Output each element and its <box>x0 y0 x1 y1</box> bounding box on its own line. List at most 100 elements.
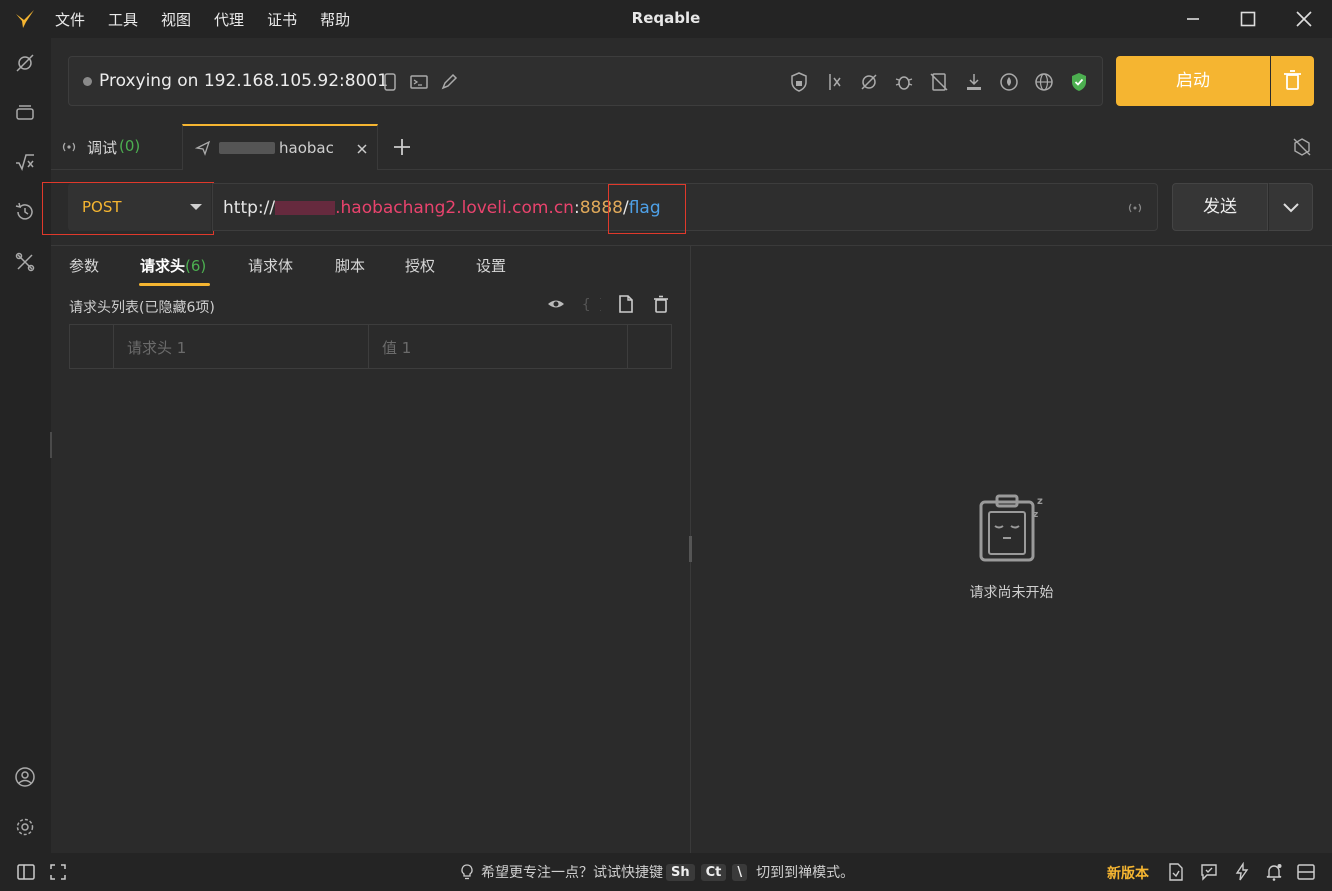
close-window-button[interactable] <box>1293 8 1315 30</box>
header-row-checkbox[interactable] <box>70 325 114 368</box>
history-icon[interactable] <box>13 200 37 224</box>
export-file-icon[interactable] <box>1166 862 1186 882</box>
divider <box>51 245 1332 246</box>
start-proxy-button[interactable]: 启动 <box>1116 56 1270 106</box>
new-version-link[interactable]: 新版本 <box>1107 863 1149 883</box>
eye-icon[interactable] <box>546 294 566 314</box>
header-name-field[interactable]: 请求头 1 <box>114 325 369 368</box>
tab-headers[interactable]: 请求头(6) <box>140 255 206 276</box>
collections-icon[interactable] <box>13 100 37 124</box>
delete-icon[interactable] <box>651 294 671 314</box>
rail-resize-handle[interactable] <box>50 432 52 458</box>
send-options-dropdown[interactable] <box>1268 183 1313 231</box>
url-scheme: http:// <box>223 198 276 218</box>
tab-headers-count: (6) <box>185 257 207 275</box>
clear-trash-button[interactable] <box>1271 56 1314 106</box>
minimize-button[interactable] <box>1182 8 1204 30</box>
shield-check-icon[interactable] <box>1068 71 1090 93</box>
menu-file[interactable]: 文件 <box>55 9 85 30</box>
title-bar: 文件 工具 视图 代理 证书 帮助 Reqable <box>0 0 1332 38</box>
menu-tools[interactable]: 工具 <box>108 9 138 30</box>
script-off-icon[interactable] <box>928 71 950 93</box>
capture-icon[interactable] <box>13 51 37 75</box>
notification-bell-icon[interactable] <box>1264 862 1284 882</box>
key-backslash: \ <box>732 863 748 881</box>
maximize-button[interactable] <box>1237 8 1259 30</box>
menu-bar: 文件 工具 视图 代理 证书 帮助 <box>55 0 373 38</box>
request-tabs: 调试 (0) haobac <box>51 124 1332 170</box>
send-plane-icon <box>195 140 211 156</box>
menu-proxy[interactable]: 代理 <box>214 9 244 30</box>
throttle-drop-icon[interactable] <box>998 71 1020 93</box>
broadcast-icon <box>62 142 76 152</box>
settings-gear-icon[interactable] <box>13 815 37 839</box>
header-name-placeholder: 请求头 1 <box>127 339 187 357</box>
key-shift: Sh <box>666 863 695 881</box>
download-icon[interactable] <box>963 71 985 93</box>
tools-icon[interactable] <box>13 250 37 274</box>
debug-bug-icon[interactable] <box>893 71 915 93</box>
menu-view[interactable]: 视图 <box>161 9 191 30</box>
redacted-host <box>275 201 336 215</box>
feedback-icon[interactable] <box>1199 862 1219 882</box>
pane-resize-handle[interactable] <box>689 536 692 562</box>
panel-layout-icon[interactable] <box>1296 862 1316 882</box>
tab-debug-count: (0) <box>119 137 141 155</box>
mobile-icon[interactable] <box>379 71 401 93</box>
highlight-box-path <box>608 184 686 234</box>
network-globe-icon[interactable] <box>1033 71 1055 93</box>
active-tab-indicator <box>139 283 210 286</box>
header-value-placeholder: 值 1 <box>382 339 412 357</box>
json-braces-icon[interactable]: { } <box>581 294 601 314</box>
hint-suffix: 切到到禅模式。 <box>756 865 855 881</box>
proxy-status-text: Proxying on 192.168.105.92:8001 <box>99 71 389 91</box>
fullscreen-icon[interactable] <box>48 862 68 882</box>
ssl-lock-icon[interactable] <box>788 71 810 93</box>
tab-debug[interactable]: 调试 (0) <box>51 124 182 170</box>
menu-help[interactable]: 帮助 <box>320 9 350 30</box>
tab-body[interactable]: 请求体 <box>248 255 293 276</box>
sidebar-toggle-icon[interactable] <box>16 862 36 882</box>
shortcut-hint: 希望更专注一点？试试快捷键 Sh Ct \ 切到到禅模式。 <box>458 861 854 883</box>
rewrite-icon[interactable] <box>823 71 845 93</box>
key-ctrl: Ct <box>700 863 727 881</box>
highlight-box-method <box>42 182 214 235</box>
url-text: http://.haobachang2.loveli.com.cn:8888/f… <box>223 198 661 218</box>
svg-text:{ }: { } <box>582 297 601 313</box>
tab-settings[interactable]: 设置 <box>476 255 506 276</box>
tab-script[interactable]: 脚本 <box>335 255 365 276</box>
headers-list-label: 请求头列表(已隐藏6项) <box>69 300 215 316</box>
empty-state-text: 请求尚未开始 <box>969 585 1054 601</box>
svg-text:z: z <box>1033 510 1038 520</box>
send-button[interactable]: 发送 <box>1172 183 1268 231</box>
broadcast-icon[interactable] <box>1127 200 1143 216</box>
file-icon[interactable] <box>616 294 636 314</box>
svg-text:z: z <box>1037 496 1043 507</box>
headers-table: 请求头 1 值 1 <box>69 324 672 369</box>
menu-certificate[interactable]: 证书 <box>267 9 297 30</box>
breakpoint-off-icon[interactable] <box>858 71 880 93</box>
script-icon[interactable] <box>13 150 37 174</box>
clipboard-sleep-icon: z z <box>975 492 1055 567</box>
tab-request-active[interactable]: haobac <box>182 124 378 170</box>
tab-auth[interactable]: 授权 <box>405 255 435 276</box>
status-bar: 希望更专注一点？试试快捷键 Sh Ct \ 切到到禅模式。 新版本 <box>0 853 1332 891</box>
tab-request-label: haobac <box>279 139 334 157</box>
proxy-status-bar: Proxying on 192.168.105.92:8001 <box>68 56 1103 106</box>
redacted-block <box>219 142 275 154</box>
account-icon[interactable] <box>13 765 37 789</box>
header-value-field[interactable]: 值 1 <box>369 325 628 368</box>
left-sidebar <box>0 38 51 853</box>
tab-debug-label: 调试 <box>87 139 118 157</box>
proxy-status-dot <box>83 77 92 86</box>
layout-toggle-icon[interactable] <box>1291 136 1313 158</box>
tab-params[interactable]: 参数 <box>69 255 99 276</box>
terminal-icon[interactable] <box>408 71 430 93</box>
edit-pencil-icon[interactable] <box>438 71 460 93</box>
tab-headers-label: 请求头 <box>140 257 186 275</box>
add-tab-button[interactable] <box>391 136 413 158</box>
close-tab-icon[interactable] <box>355 142 369 156</box>
lightning-icon[interactable] <box>1232 862 1252 882</box>
hint-prefix: 希望更专注一点？试试快捷键 <box>481 865 663 881</box>
reqable-logo-icon <box>14 8 36 30</box>
